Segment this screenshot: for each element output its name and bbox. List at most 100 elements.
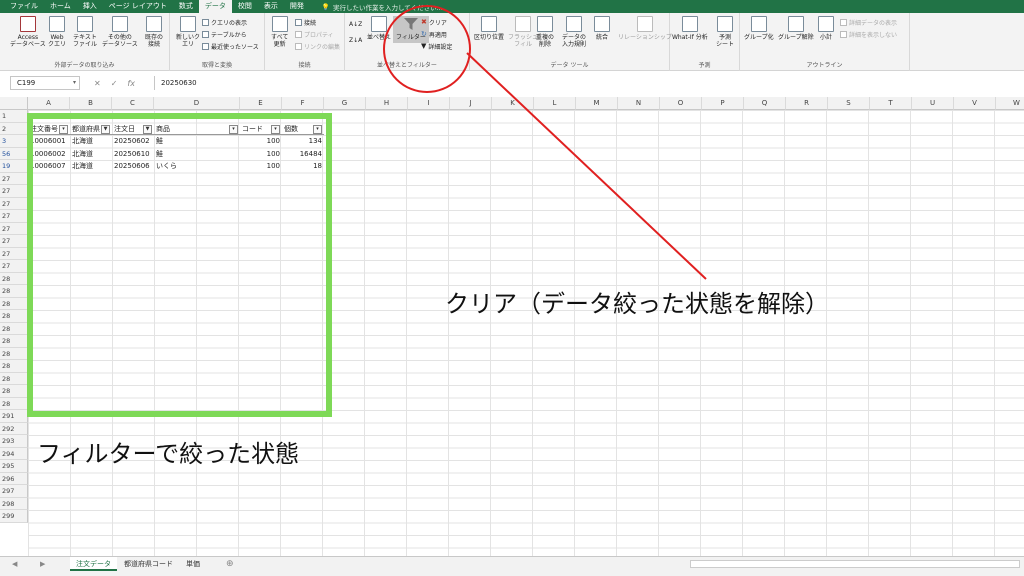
- row-header[interactable]: 28: [0, 285, 28, 298]
- sheet-prev-icon[interactable]: ◀: [12, 557, 17, 571]
- row-header[interactable]: 27: [0, 185, 28, 198]
- tab-page-layout[interactable]: ページ レイアウト: [103, 0, 173, 13]
- column-header[interactable]: B: [70, 97, 112, 110]
- row-header[interactable]: 28: [0, 335, 28, 348]
- select-all-corner[interactable]: [0, 97, 28, 110]
- row-header[interactable]: 296: [0, 472, 28, 485]
- row-header[interactable]: 2: [0, 122, 28, 135]
- tab-home[interactable]: ホーム: [44, 0, 77, 13]
- existing-connections-button[interactable]: 既存の 接続: [145, 16, 163, 48]
- row-header[interactable]: 299: [0, 510, 28, 523]
- new-query-button[interactable]: 新しいク エリ: [176, 16, 200, 48]
- row-header[interactable]: 295: [0, 460, 28, 473]
- row-header[interactable]: 28: [0, 272, 28, 285]
- column-header[interactable]: F: [282, 97, 324, 110]
- tab-developer[interactable]: 開発: [284, 0, 310, 13]
- row-header[interactable]: 56: [0, 147, 28, 160]
- row-header[interactable]: 28: [0, 322, 28, 335]
- recent-sources-button[interactable]: 最近使ったソース: [202, 41, 259, 51]
- column-header[interactable]: V: [954, 97, 996, 110]
- column-header[interactable]: W: [996, 97, 1024, 110]
- relationships-button[interactable]: リレーションシップ: [618, 16, 672, 41]
- sort-az-button[interactable]: A↓Z: [349, 19, 362, 29]
- row-header[interactable]: 292: [0, 422, 28, 435]
- hide-detail-button[interactable]: 詳細を表示しない: [840, 29, 897, 39]
- column-header[interactable]: J: [450, 97, 492, 110]
- row-header[interactable]: 28: [0, 297, 28, 310]
- column-header[interactable]: R: [786, 97, 828, 110]
- column-header[interactable]: U: [912, 97, 954, 110]
- row-header[interactable]: 28: [0, 360, 28, 373]
- column-header[interactable]: D: [154, 97, 240, 110]
- remove-duplicates-button[interactable]: 重複の 削除: [536, 16, 554, 48]
- row-header[interactable]: 291: [0, 410, 28, 423]
- refresh-all-button[interactable]: すべて 更新: [271, 16, 288, 48]
- column-header[interactable]: C: [112, 97, 154, 110]
- row-header[interactable]: 27: [0, 197, 28, 210]
- row-header[interactable]: 28: [0, 372, 28, 385]
- row-header[interactable]: 1: [0, 110, 28, 123]
- column-header[interactable]: S: [828, 97, 870, 110]
- row-header[interactable]: 27: [0, 222, 28, 235]
- sort-za-button[interactable]: Z↓A: [349, 35, 362, 45]
- formula-input[interactable]: 20250630: [154, 76, 1024, 90]
- column-header[interactable]: E: [240, 97, 282, 110]
- enter-icon[interactable]: ✓: [111, 79, 118, 88]
- row-header[interactable]: 27: [0, 235, 28, 248]
- web-button[interactable]: Web クエリ: [48, 16, 66, 48]
- data-validation-button[interactable]: データの 入力規則: [562, 16, 586, 48]
- add-sheet-icon[interactable]: ⊕: [226, 557, 234, 571]
- column-header[interactable]: O: [660, 97, 702, 110]
- row-header[interactable]: 28: [0, 385, 28, 398]
- connections-button[interactable]: 接続: [295, 17, 316, 27]
- flash-fill-button[interactable]: フラッシュ フィル: [508, 16, 538, 48]
- text-to-columns-button[interactable]: 区切り位置: [474, 16, 504, 41]
- column-header[interactable]: H: [366, 97, 408, 110]
- column-header[interactable]: Q: [744, 97, 786, 110]
- tab-insert[interactable]: 挿入: [77, 0, 103, 13]
- column-header[interactable]: N: [618, 97, 660, 110]
- edit-links-button[interactable]: リンクの編集: [295, 41, 340, 51]
- row-header[interactable]: 28: [0, 310, 28, 323]
- column-header[interactable]: T: [870, 97, 912, 110]
- tab-view[interactable]: 表示: [258, 0, 284, 13]
- row-header[interactable]: 27: [0, 172, 28, 185]
- other-sources-button[interactable]: その他の データソース: [102, 16, 138, 48]
- sheet-tab-unit-price[interactable]: 単価: [180, 557, 206, 571]
- consolidate-button[interactable]: 統合: [594, 16, 610, 41]
- subtotal-button[interactable]: 小計: [818, 16, 834, 41]
- row-header[interactable]: 27: [0, 247, 28, 260]
- properties-button[interactable]: プロパティ: [295, 29, 334, 39]
- column-header[interactable]: P: [702, 97, 744, 110]
- tab-data[interactable]: データ: [198, 0, 232, 13]
- cancel-icon[interactable]: ✕: [94, 79, 101, 88]
- what-if-button[interactable]: What-If 分析: [672, 16, 708, 41]
- column-header[interactable]: A: [28, 97, 70, 110]
- row-header[interactable]: 294: [0, 447, 28, 460]
- row-header[interactable]: 19: [0, 160, 28, 173]
- from-table-button[interactable]: テーブルから: [202, 29, 247, 39]
- row-header[interactable]: 3: [0, 135, 28, 148]
- column-header[interactable]: I: [408, 97, 450, 110]
- tab-formulas[interactable]: 数式: [173, 0, 199, 13]
- row-header[interactable]: 298: [0, 497, 28, 510]
- group-button[interactable]: グループ化: [744, 16, 774, 41]
- sheet-tab-prefecture-codes[interactable]: 都道府県コード: [118, 557, 179, 571]
- show-queries-button[interactable]: クエリの表示: [202, 17, 247, 27]
- column-header[interactable]: M: [576, 97, 618, 110]
- row-header[interactable]: 27: [0, 260, 28, 273]
- row-header[interactable]: 28: [0, 347, 28, 360]
- column-header[interactable]: G: [324, 97, 366, 110]
- ungroup-button[interactable]: グループ解除: [778, 16, 814, 41]
- column-header[interactable]: K: [492, 97, 534, 110]
- tab-review[interactable]: 校閲: [232, 0, 258, 13]
- row-header[interactable]: 297: [0, 485, 28, 498]
- access-button[interactable]: Access データベース: [10, 16, 46, 48]
- horizontal-scrollbar[interactable]: [690, 560, 1020, 568]
- name-box[interactable]: C199 ▾: [10, 76, 80, 90]
- row-header[interactable]: 27: [0, 210, 28, 223]
- row-header[interactable]: 28: [0, 397, 28, 410]
- forecast-sheet-button[interactable]: 予測 シート: [716, 16, 734, 48]
- sheet-next-icon[interactable]: ▶: [40, 557, 45, 571]
- text-file-button[interactable]: テキスト ファイル: [73, 16, 97, 48]
